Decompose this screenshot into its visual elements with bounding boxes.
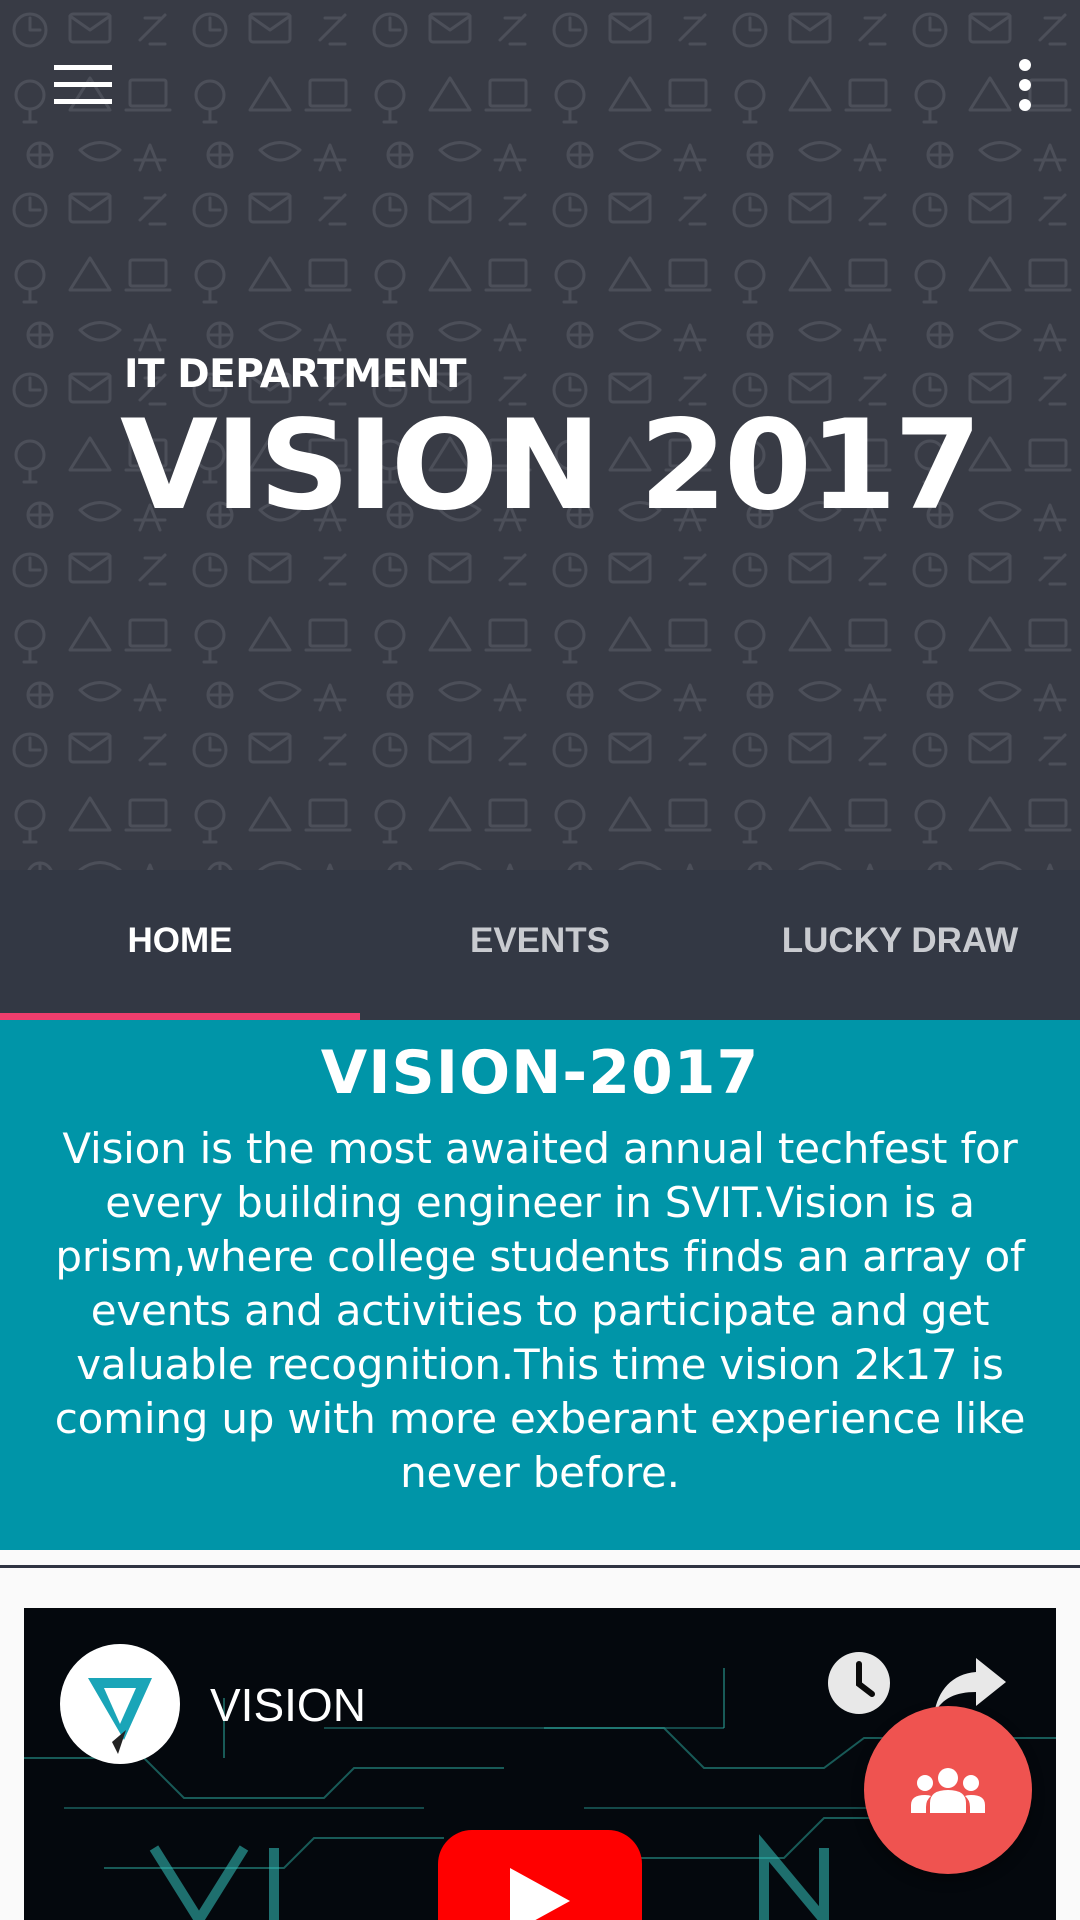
vision-logo-icon	[88, 1678, 152, 1754]
youtube-play-icon	[510, 1868, 570, 1920]
play-button[interactable]	[438, 1830, 642, 1920]
intro-section: VISION-2017 Vision is the most awaited a…	[0, 1020, 1080, 1550]
channel-logo[interactable]	[60, 1644, 180, 1764]
intro-text: Vision is the most awaited annual techfe…	[54, 1124, 1026, 1497]
group-fab-button[interactable]	[864, 1706, 1032, 1874]
app-header: IT DEPARTMENT VISION 2017	[0, 0, 1080, 870]
tab-bar: HOME EVENTS LUCKY DRAW	[0, 870, 1080, 1020]
channel-name: VISION	[210, 1679, 366, 1731]
tab-events[interactable]: EVENTS	[360, 870, 720, 1020]
department-label: IT DEPARTMENT	[124, 352, 466, 397]
watch-later-button[interactable]	[824, 1648, 894, 1718]
event-title: VISION 2017	[120, 394, 982, 538]
clock-icon	[828, 1652, 890, 1714]
menu-button[interactable]	[28, 40, 138, 130]
more-vertical-icon	[1019, 59, 1031, 111]
hamburger-menu-icon	[54, 65, 112, 104]
intro-title: VISION-2017	[320, 1038, 760, 1108]
group-icon	[911, 1768, 985, 1813]
tab-home[interactable]: HOME	[0, 870, 360, 1020]
overflow-menu-button[interactable]	[970, 40, 1080, 130]
tab-lucky-draw[interactable]: LUCKY DRAW	[720, 870, 1080, 1020]
section-divider	[0, 1565, 1080, 1568]
